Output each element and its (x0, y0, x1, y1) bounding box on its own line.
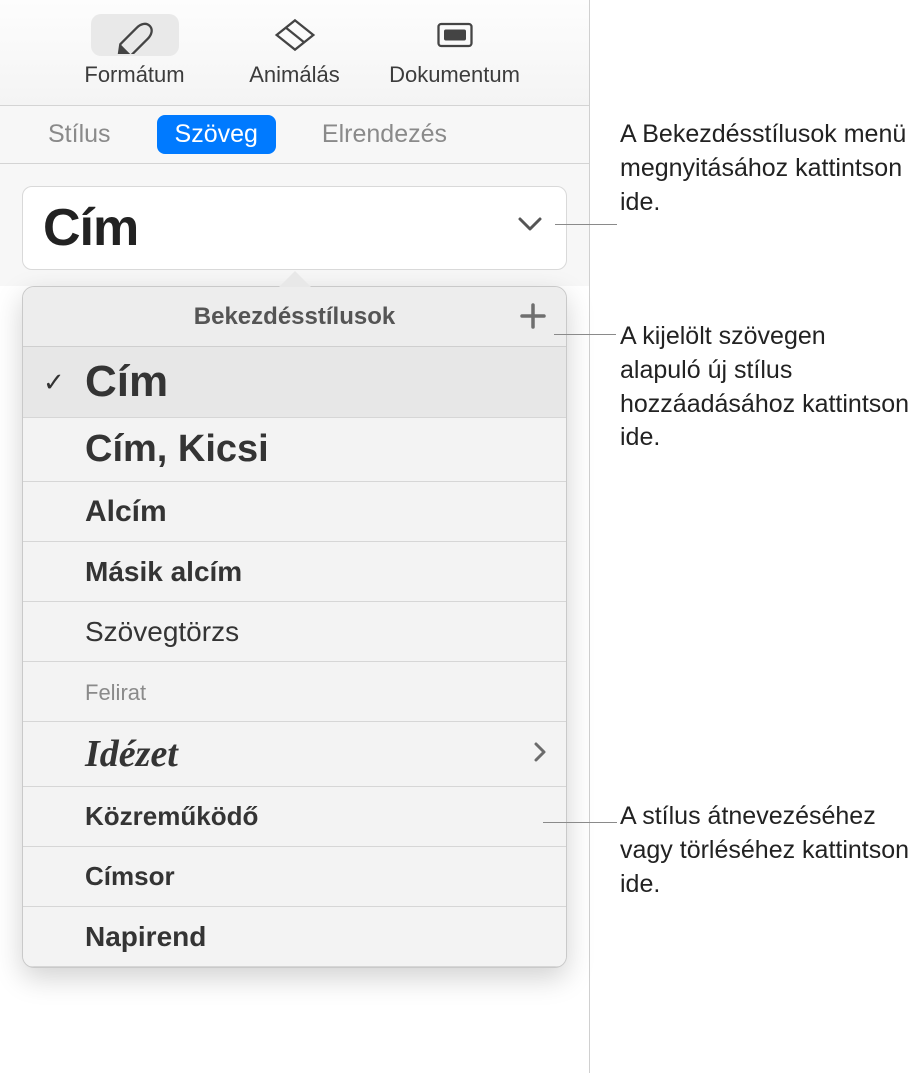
chevron-right-icon[interactable] (532, 741, 548, 768)
callout-add-style: A kijelölt szövegen alapuló új stílus ho… (620, 320, 910, 455)
callout-open-menu: A Bekezdésstílusok menü megnyitásához ka… (620, 118, 910, 219)
style-item[interactable]: Szövegtörzs (23, 602, 566, 662)
popover-header: Bekezdésstílusok (23, 287, 566, 347)
check-icon: ✓ (43, 367, 65, 398)
style-item[interactable]: Másik alcím (23, 542, 566, 602)
popover-pointer (279, 271, 311, 287)
style-item[interactable]: ✓ Cím (23, 347, 566, 418)
style-list: ✓ Cím Cím, Kicsi Alcím Másik alcím Szövegtörz… (23, 347, 566, 967)
style-item[interactable]: Felirat (23, 662, 566, 722)
plus-icon (518, 301, 548, 331)
toolbar: Formátum Animálás Dokumentum (0, 0, 589, 106)
style-item-label: Közreműködő (85, 801, 258, 832)
document-label: Dokumentum (389, 62, 520, 88)
add-style-button[interactable] (518, 301, 550, 333)
callout-line (555, 224, 617, 225)
style-item[interactable]: Címsor (23, 847, 566, 907)
inspector-panel: Formátum Animálás Dokumentum Stílus Szöv… (0, 0, 590, 1073)
callout-line (554, 334, 616, 335)
current-style-name: Cím (43, 198, 138, 258)
style-item-label: Idézet (85, 732, 178, 776)
slide-icon (433, 14, 477, 56)
document-button[interactable]: Dokumentum (380, 14, 530, 88)
format-label: Formátum (84, 62, 184, 88)
paragraph-style-container: Cím (0, 164, 589, 286)
style-item-label: Címsor (85, 861, 175, 892)
subtabs: Stílus Szöveg Elrendezés (0, 106, 589, 164)
animate-button[interactable]: Animálás (220, 14, 370, 88)
style-item-label: Cím (85, 357, 168, 407)
tab-style[interactable]: Stílus (30, 115, 129, 154)
tab-layout[interactable]: Elrendezés (304, 115, 465, 154)
style-item-label: Másik alcím (85, 556, 242, 588)
callout-rename-delete: A stílus átnevezéséhez vagy törléséhez k… (620, 800, 910, 901)
style-item-label: Cím, Kicsi (85, 428, 269, 471)
animate-label: Animálás (249, 62, 339, 88)
paintbrush-icon (91, 14, 179, 56)
chevron-down-icon (516, 211, 544, 242)
style-item-label: Felirat (85, 678, 146, 706)
paragraph-style-selector[interactable]: Cím (22, 186, 567, 270)
paragraph-styles-popover: Bekezdésstílusok ✓ Cím Cím, Kicsi Alcím Mási… (22, 286, 567, 968)
style-item-label: Napirend (85, 921, 206, 953)
style-item[interactable]: Közreműködő (23, 787, 566, 847)
style-item[interactable]: Napirend (23, 907, 566, 967)
popover-title: Bekezdésstílusok (194, 303, 395, 331)
tab-text[interactable]: Szöveg (157, 115, 276, 154)
style-item[interactable]: Cím, Kicsi (23, 418, 566, 482)
style-item[interactable]: Alcím (23, 482, 566, 542)
diamond-icon (273, 14, 317, 56)
callout-line (543, 822, 617, 823)
format-button[interactable]: Formátum (60, 14, 210, 88)
style-item-label: Alcím (85, 495, 167, 529)
style-item[interactable]: Idézet (23, 722, 566, 787)
style-item-label: Szövegtörzs (85, 616, 239, 648)
